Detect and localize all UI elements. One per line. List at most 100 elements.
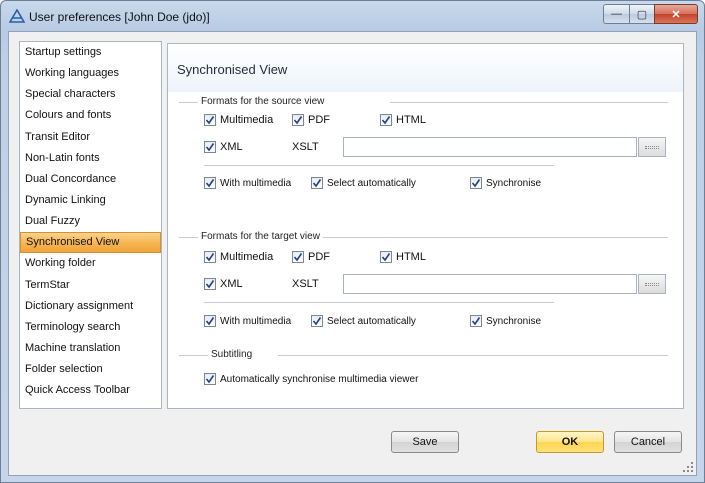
source-html-checkbox[interactable]: HTML (380, 114, 426, 126)
preferences-window: User preferences [John Doe (jdo)] — ▢ ✕ … (0, 0, 705, 483)
source-options-divider (204, 165, 554, 166)
source-multimedia-label: Multimedia (220, 114, 274, 126)
cancel-button-label: Cancel (630, 436, 666, 448)
source-group-divider-right (390, 102, 668, 103)
target-xslt-browse-button[interactable] (638, 274, 666, 294)
target-with-multimedia-checkbox[interactable]: With multimedia (204, 315, 291, 327)
source-pdf-label: PDF (308, 114, 330, 126)
target-multimedia-checkbox[interactable]: Multimedia (204, 251, 273, 263)
close-button[interactable]: ✕ (654, 4, 698, 24)
subtitling-divider-left (179, 355, 209, 356)
checkbox-check-icon (470, 177, 482, 189)
close-icon: ✕ (671, 8, 681, 21)
minimize-button[interactable]: — (603, 4, 629, 24)
source-with-multimedia-checkbox[interactable]: With multimedia (204, 177, 291, 189)
checkbox-check-icon (470, 315, 482, 327)
auto-sync-viewer-label: Automatically synchronise multimedia vie… (220, 373, 419, 385)
checkbox-check-icon (380, 251, 392, 263)
checkbox-check-icon (204, 141, 216, 153)
target-xml-checkbox[interactable]: XML (204, 278, 243, 290)
checkbox-check-icon (292, 114, 304, 126)
nav-item-folder-selection[interactable]: Folder selection (20, 359, 161, 380)
save-button[interactable]: Save (391, 431, 459, 453)
target-html-checkbox[interactable]: HTML (380, 251, 426, 263)
target-select-auto-label: Select automatically (327, 315, 416, 327)
nav-item-non-latin-fonts[interactable]: Non-Latin fonts (20, 148, 161, 169)
target-group-label: Formats for the target view (198, 231, 323, 242)
checkbox-check-icon (204, 315, 216, 327)
target-pdf-checkbox[interactable]: PDF (292, 251, 330, 263)
source-group-divider-left (179, 102, 199, 103)
dialog-client-area: Startup settings Working languages Speci… (8, 31, 697, 476)
target-html-label: HTML (396, 251, 426, 263)
window-controls: — ▢ ✕ (603, 4, 698, 24)
target-select-auto-checkbox[interactable]: Select automatically (311, 315, 416, 327)
nav-item-working-languages[interactable]: Working languages (20, 63, 161, 84)
nav-item-special-characters[interactable]: Special characters (20, 84, 161, 105)
target-synchronise-checkbox[interactable]: Synchronise (470, 315, 541, 327)
source-synchronise-checkbox[interactable]: Synchronise (470, 177, 541, 189)
nav-item-startup-settings[interactable]: Startup settings (20, 42, 161, 63)
checkbox-check-icon (204, 251, 216, 263)
source-multimedia-checkbox[interactable]: Multimedia (204, 114, 273, 126)
target-pdf-label: PDF (308, 251, 330, 263)
target-xslt-label: XSLT (292, 278, 319, 290)
nav-item-colours-and-fonts[interactable]: Colours and fonts (20, 105, 161, 126)
nav-item-dictionary-assignment[interactable]: Dictionary assignment (20, 296, 161, 317)
subtitling-group-label: Subtitling (208, 349, 256, 360)
checkbox-check-icon (311, 315, 323, 327)
app-logo-icon (9, 9, 25, 23)
subtitling-divider-right (278, 355, 668, 356)
source-select-auto-label: Select automatically (327, 177, 416, 189)
nav-item-terminology-search[interactable]: Terminology search (20, 317, 161, 338)
source-xslt-input[interactable] (343, 137, 637, 157)
panel-title: Synchronised View (177, 62, 288, 77)
source-pdf-checkbox[interactable]: PDF (292, 114, 330, 126)
target-options-divider (204, 302, 554, 303)
source-xml-label: XML (220, 141, 243, 153)
nav-item-transit-editor[interactable]: Transit Editor (20, 127, 161, 148)
maximize-button[interactable]: ▢ (629, 4, 654, 24)
ok-button[interactable]: OK (536, 431, 604, 453)
nav-item-synchronised-view[interactable]: Synchronised View (20, 232, 161, 254)
ok-button-label: OK (561, 436, 579, 448)
checkbox-check-icon (311, 177, 323, 189)
maximize-icon: ▢ (636, 8, 648, 21)
target-multimedia-label: Multimedia (220, 251, 274, 263)
target-group-divider-left (179, 237, 199, 238)
nav-item-termstar[interactable]: TermStar (20, 275, 161, 296)
checkbox-check-icon (204, 373, 216, 385)
target-xslt-input[interactable] (343, 274, 637, 294)
nav-item-quick-access-toolbar[interactable]: Quick Access Toolbar (20, 380, 161, 401)
source-group-label: Formats for the source view (198, 96, 328, 107)
resize-grip-icon[interactable] (683, 462, 693, 472)
window-title: User preferences [John Doe (jdo)] (29, 10, 210, 24)
browse-icon (645, 282, 659, 286)
target-with-multimedia-label: With multimedia (220, 315, 292, 327)
source-xslt-browse-button[interactable] (638, 137, 666, 157)
title-bar[interactable]: User preferences [John Doe (jdo)] — ▢ ✕ (1, 1, 704, 31)
source-xslt-label: XSLT (292, 141, 319, 153)
nav-item-dual-concordance[interactable]: Dual Concordance (20, 169, 161, 190)
save-button-label: Save (412, 436, 438, 448)
checkbox-check-icon (204, 278, 216, 290)
source-xml-checkbox[interactable]: XML (204, 141, 243, 153)
checkbox-check-icon (292, 251, 304, 263)
browse-icon (645, 145, 659, 149)
source-html-label: HTML (396, 114, 426, 126)
settings-panel: Synchronised View Formats for the source… (167, 43, 684, 409)
auto-sync-viewer-checkbox[interactable]: Automatically synchronise multimedia vie… (204, 373, 418, 385)
cancel-button[interactable]: Cancel (614, 431, 682, 453)
target-group-divider-right (320, 237, 668, 238)
source-select-auto-checkbox[interactable]: Select automatically (311, 177, 416, 189)
checkbox-check-icon (204, 177, 216, 189)
panel-header: Synchronised View (168, 44, 683, 92)
nav-item-machine-translation[interactable]: Machine translation (20, 338, 161, 359)
checkbox-check-icon (204, 114, 216, 126)
source-with-multimedia-label: With multimedia (220, 177, 292, 189)
checkbox-check-icon (380, 114, 392, 126)
nav-item-working-folder[interactable]: Working folder (20, 253, 161, 274)
nav-item-dynamic-linking[interactable]: Dynamic Linking (20, 190, 161, 211)
nav-item-dual-fuzzy[interactable]: Dual Fuzzy (20, 211, 161, 232)
target-synchronise-label: Synchronise (486, 315, 542, 327)
